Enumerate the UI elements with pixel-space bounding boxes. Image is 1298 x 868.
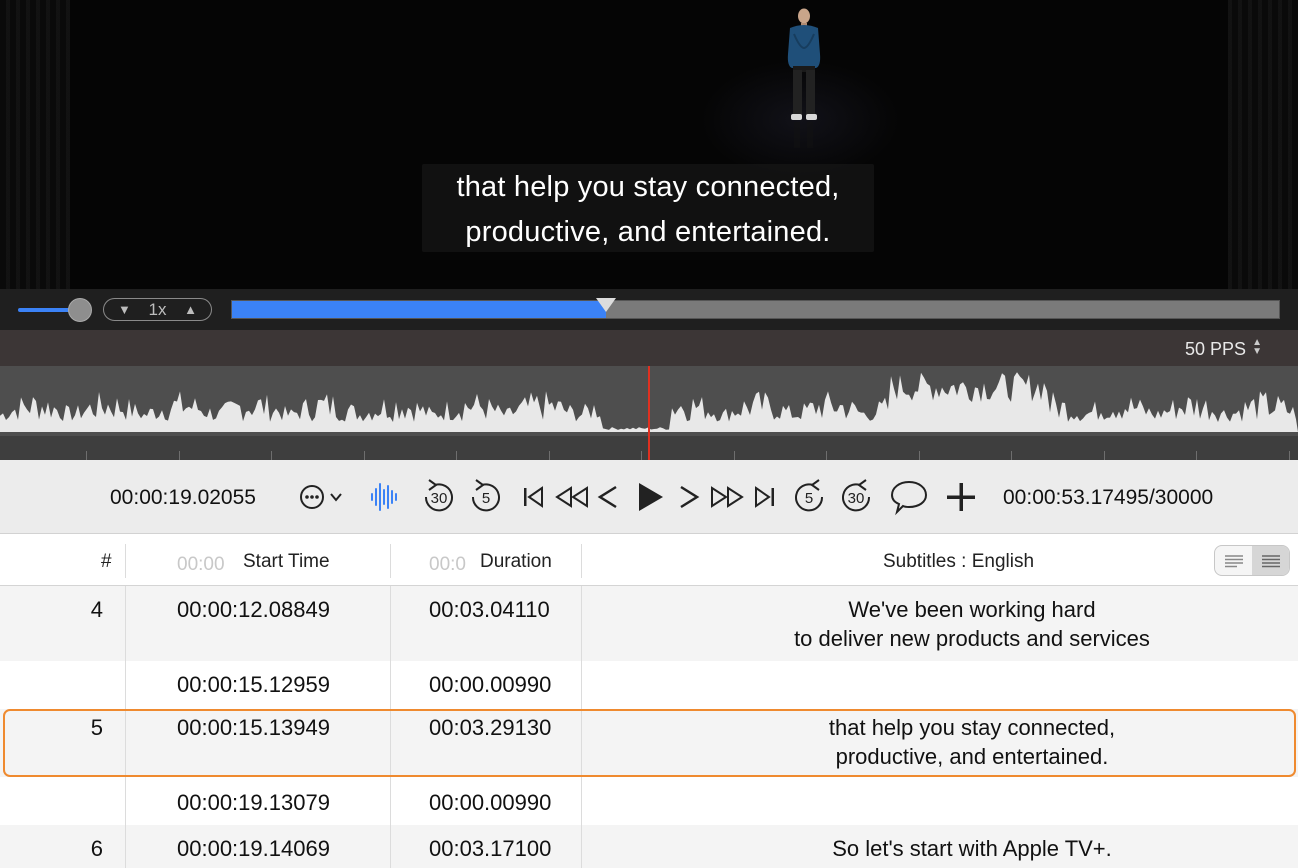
timeline-tick: [271, 451, 272, 460]
row-number: 4: [90, 597, 103, 622]
table-row[interactable]: 6 00:00:19.14069 00:03.17100 So let's st…: [0, 825, 1298, 868]
column-header-subtitles[interactable]: Subtitles : English: [883, 551, 1034, 573]
timeline-tick: [733, 451, 735, 460]
subtitle-editor-window: that help you stay connected, productive…: [0, 0, 1298, 868]
waveform-cursor[interactable]: [648, 366, 650, 460]
svg-text:5: 5: [482, 490, 490, 507]
timeline-tick: [1011, 451, 1012, 460]
row-start-time[interactable]: 00:00:15.12959: [177, 672, 330, 698]
column-ghost-start: 00:00: [177, 554, 225, 575]
fast-forward-icon[interactable]: [709, 478, 745, 516]
playback-speed-stepper[interactable]: ▼ 1x ▲: [103, 298, 212, 321]
column-header-duration[interactable]: Duration: [480, 551, 552, 573]
row-subtitle-text[interactable]: We've been working hard to deliver new p…: [582, 595, 1298, 653]
timeline-tick: [1103, 451, 1105, 460]
row-duration[interactable]: 00:00.00990: [429, 790, 551, 816]
total-duration-timecode: 00:00:53.17495/30000: [1003, 486, 1214, 509]
video-preview[interactable]: that help you stay connected, productive…: [0, 0, 1298, 289]
progress-bar[interactable]: [231, 298, 1280, 319]
timeline-tick: [1288, 451, 1290, 460]
previous-frame-icon[interactable]: [596, 478, 620, 516]
play-icon[interactable]: [634, 478, 666, 516]
waveform-icon[interactable]: [368, 478, 400, 516]
waveform-header: 50 PPS ▲ ▼: [0, 330, 1298, 366]
speed-up-icon[interactable]: ▲: [184, 302, 197, 317]
row-duration[interactable]: 00:03.04110: [429, 597, 550, 623]
timeline-tick: [86, 451, 87, 460]
pps-chevrons-icon[interactable]: ▲ ▼: [1252, 338, 1262, 357]
rewind-icon[interactable]: [554, 478, 590, 516]
more-icon[interactable]: [296, 478, 348, 516]
skip-forward-5-icon[interactable]: 5: [790, 478, 828, 516]
playback-speed-label: 1x: [148, 299, 167, 319]
selected-row-outline: [3, 709, 1296, 777]
presenter-figure: [787, 8, 821, 148]
timeline-tick: [1196, 451, 1197, 460]
pps-selector[interactable]: 50 PPS: [1185, 339, 1246, 360]
playhead-marker[interactable]: [595, 298, 616, 312]
column-ghost-duration: 00:0: [429, 554, 466, 575]
row-number: 6: [90, 836, 103, 861]
table-row[interactable]: 00:00:19.13079 00:00.00990: [0, 777, 1298, 825]
volume-slider-knob[interactable]: [68, 298, 92, 322]
comment-icon[interactable]: [889, 478, 929, 516]
row-subtitle-line2: to deliver new products and services: [794, 626, 1150, 651]
go-to-end-icon[interactable]: [752, 478, 778, 516]
row-subtitle-line1: So let's start with Apple TV+.: [832, 836, 1112, 861]
row-subtitle-text[interactable]: So let's start with Apple TV+.: [582, 834, 1298, 863]
stage-curtain-left: [0, 0, 70, 289]
go-to-start-icon[interactable]: [520, 478, 546, 516]
timeline-tick: [641, 451, 642, 460]
timeline-tick: [456, 451, 457, 460]
align-justify-icon[interactable]: [1252, 546, 1289, 575]
timeline-tick: [178, 451, 180, 460]
align-left-icon[interactable]: [1215, 546, 1252, 575]
subtitle-table-header: # 00:00 Start Time 00:0 Duration Subtitl…: [0, 534, 1298, 586]
next-frame-icon[interactable]: [677, 478, 701, 516]
skip-back-5-icon[interactable]: 5: [467, 478, 505, 516]
progress-fill: [232, 301, 606, 318]
svg-text:30: 30: [848, 490, 865, 507]
row-duration[interactable]: 00:03.17100: [429, 836, 551, 862]
skip-back-30-icon[interactable]: 30: [419, 478, 459, 516]
text-alignment-toggle[interactable]: [1214, 545, 1290, 576]
row-start-time[interactable]: 00:00:19.14069: [177, 836, 330, 862]
skip-forward-30-icon[interactable]: 30: [836, 478, 876, 516]
add-icon[interactable]: [944, 478, 978, 516]
transport-toolbar: 00:00:19.02055 30 5 5 30 00:00:53.17495/…: [0, 460, 1298, 534]
subtitle-overlay: that help you stay connected, productive…: [422, 164, 874, 252]
subtitle-overlay-line1: that help you stay connected,: [456, 171, 840, 203]
table-row[interactable]: 4 00:00:12.08849 00:03.04110 We've been …: [0, 586, 1298, 661]
svg-text:30: 30: [431, 490, 448, 507]
column-header-start-time[interactable]: Start Time: [243, 551, 330, 573]
playback-bar: ▼ 1x ▲: [0, 289, 1298, 330]
subtitle-table-body: 4 00:00:12.08849 00:03.04110 We've been …: [0, 586, 1298, 868]
column-divider[interactable]: [390, 544, 391, 578]
column-divider[interactable]: [125, 544, 126, 578]
timeline-tick: [826, 451, 827, 460]
timeline-tick: [363, 451, 365, 460]
speed-down-icon[interactable]: ▼: [118, 302, 131, 317]
row-start-time[interactable]: 00:00:12.08849: [177, 597, 330, 623]
table-row[interactable]: 00:00:15.12959 00:00.00990: [0, 661, 1298, 709]
column-header-number[interactable]: #: [101, 551, 112, 573]
row-subtitle-line1: We've been working hard: [848, 597, 1096, 622]
stage-curtain-right: [1228, 0, 1298, 289]
timeline-tick: [548, 451, 550, 460]
svg-text:5: 5: [805, 490, 813, 507]
timeline-tick: [918, 451, 920, 460]
current-timecode: 00:00:19.02055: [110, 486, 256, 509]
subtitle-overlay-line2: productive, and entertained.: [465, 216, 831, 248]
row-duration[interactable]: 00:00.00990: [429, 672, 551, 698]
row-start-time[interactable]: 00:00:19.13079: [177, 790, 330, 816]
column-divider[interactable]: [581, 544, 582, 578]
